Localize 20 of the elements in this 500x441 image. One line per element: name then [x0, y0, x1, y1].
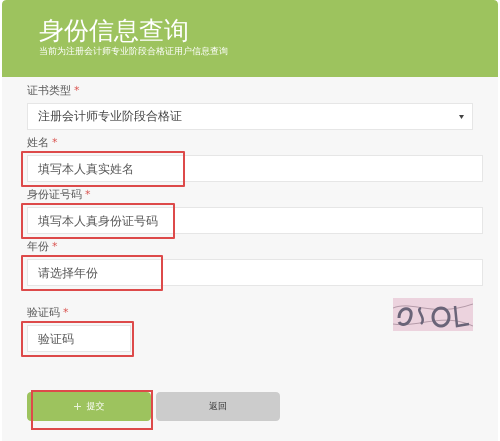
required-mark: *	[52, 240, 58, 253]
caret-icon	[459, 114, 464, 118]
captcha-field[interactable]: 验证码	[27, 325, 131, 352]
plus-icon	[74, 403, 80, 410]
required-mark: *	[85, 188, 90, 201]
page-subtitle: 当前为注册会计师专业阶段合格证用户信息查询	[39, 46, 229, 58]
required-mark: *	[74, 84, 80, 97]
back-button[interactable]: 返回	[156, 392, 280, 421]
input-field[interactable]: 填写本人真身份证号码	[27, 207, 483, 234]
field-label: 身份证号码	[27, 187, 82, 202]
input-field[interactable]: 请选择年份	[27, 259, 483, 286]
field-label: 姓名	[27, 135, 49, 150]
certificate-select[interactable]: 注册会计师专业阶段合格证	[27, 103, 473, 130]
required-mark: *	[52, 136, 58, 149]
field-label: 年份	[27, 239, 49, 254]
required-mark: *	[63, 306, 68, 319]
page-title: 身份信息查询	[39, 16, 190, 46]
field-label: 验证码	[27, 305, 60, 320]
field-label: 证书类型	[27, 83, 71, 98]
input-field[interactable]: 填写本人真实姓名	[27, 155, 483, 182]
